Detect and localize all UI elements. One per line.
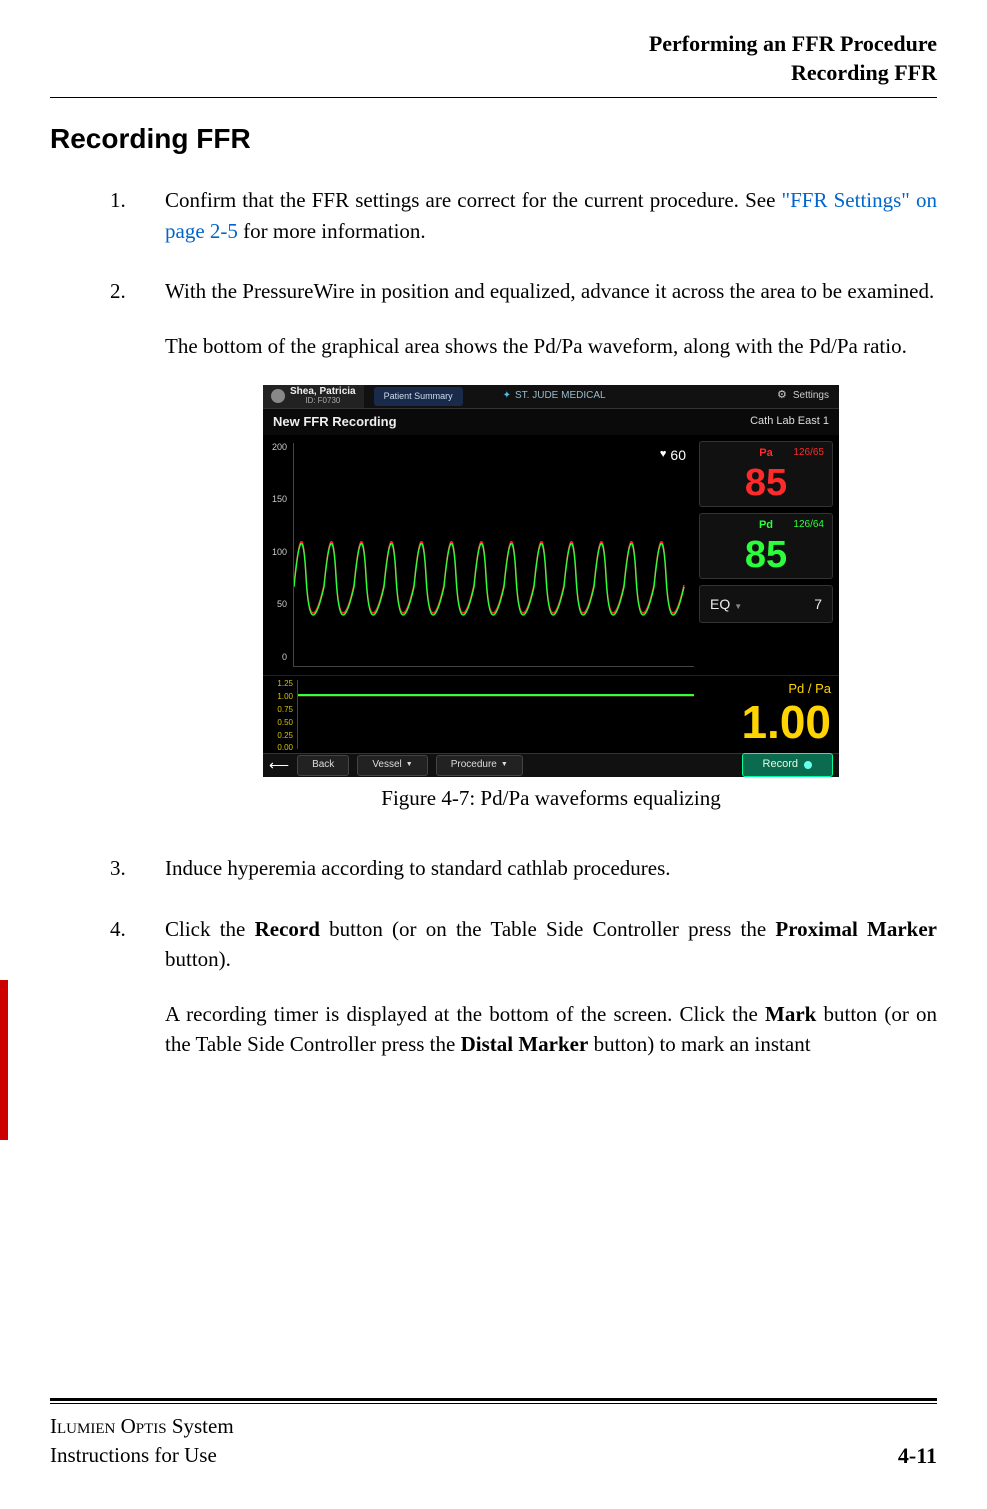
ytick: 200 — [263, 441, 287, 454]
ratio-chart: 1.25 1.00 0.75 0.50 0.25 0.00 — [263, 676, 699, 753]
step-3: 3. Induce hyperemia according to standar… — [110, 853, 937, 883]
s4a5: button). — [165, 947, 231, 971]
step-1: 1. Confirm that the FFR settings are cor… — [110, 185, 937, 246]
settings-label: Settings — [793, 389, 829, 404]
procedure-button[interactable]: Procedure▼ — [436, 755, 523, 776]
ratio-tick: 0.00 — [263, 742, 293, 754]
chevron-down-icon: ▼ — [501, 760, 508, 770]
step-num-1: 1. — [110, 185, 165, 246]
brand-icon: ✦ — [503, 389, 511, 404]
gear-icon: ⚙ — [777, 388, 787, 404]
ss-ratio-row: 1.25 1.00 0.75 0.50 0.25 0.00 — [263, 675, 839, 753]
brand-text: ST. JUDE MEDICAL — [515, 389, 606, 404]
ytick: 50 — [263, 598, 287, 611]
pa-readout[interactable]: Pa 126/65 85 — [699, 441, 833, 507]
ytick: 150 — [263, 493, 287, 506]
content-body: 1. Confirm that the FFR settings are cor… — [50, 185, 937, 1059]
settings-button[interactable]: ⚙ Settings — [777, 388, 839, 404]
pd-sys-dia: 126/64 — [793, 518, 824, 533]
proximal-marker-bold: Proximal Marker — [775, 917, 937, 941]
s4a3: button (or on the Table Side Controller … — [320, 917, 775, 941]
step-num-4: 4. — [110, 914, 165, 1060]
footer-rule-thin — [50, 1403, 937, 1404]
pd-label: Pd — [759, 519, 773, 531]
brand-logo: ✦ ST. JUDE MEDICAL — [503, 389, 606, 404]
footer-rule-thick — [50, 1398, 937, 1401]
step-num-3: 3. — [110, 853, 165, 883]
s4b1: A recording timer is displayed at the bo… — [165, 1002, 765, 1026]
back-arrow-icon[interactable]: ⟵ — [269, 755, 289, 775]
section-title: Recording FFR — [50, 123, 937, 155]
ratio-tick: 1.00 — [263, 691, 293, 703]
record-icon — [804, 761, 812, 769]
step-num-2: 2. — [110, 276, 165, 823]
page-number: 4-11 — [898, 1443, 937, 1469]
ss-bottombar: ⟵ Back Vessel▼ Procedure▼ Record — [263, 753, 839, 777]
step-3-text: Induce hyperemia according to standard c… — [165, 853, 937, 883]
ffr-screenshot: Shea, Patricia ID: F0730 Patient Summary… — [263, 385, 839, 777]
step-2-text-b: The bottom of the graphical area shows t… — [165, 331, 937, 361]
chevron-down-icon: ▼ — [734, 602, 742, 611]
step-4: 4. Click the Record button (or on the Ta… — [110, 914, 937, 1060]
ytick: 100 — [263, 546, 287, 559]
record-bold: Record — [255, 917, 320, 941]
ytick: 0 — [263, 651, 287, 664]
s4a1: Click the — [165, 917, 255, 941]
step-2-text-a: With the PressureWire in position and eq… — [165, 276, 937, 306]
figure-4-7: Shea, Patricia ID: F0730 Patient Summary… — [165, 385, 937, 813]
ratio-svg — [298, 680, 694, 749]
pa-mean: 85 — [708, 464, 824, 502]
ratio-readout[interactable]: Pd / Pa 1.00 — [699, 676, 839, 753]
pa-label: Pa — [759, 447, 772, 459]
pressure-chart: 200 150 100 50 0 ♥ 60 — [263, 435, 699, 675]
record-button[interactable]: Record — [742, 753, 833, 776]
ss-subbar: New FFR Recording Cath Lab East 1 — [263, 409, 839, 435]
product-name-2: System — [167, 1414, 234, 1438]
pd-mean: 85 — [708, 536, 824, 574]
header-chapter: Performing an FFR Procedure — [50, 30, 937, 59]
patient-icon — [271, 389, 285, 403]
ratio-tick: 0.50 — [263, 717, 293, 729]
waveform-svg — [294, 443, 694, 666]
eq-value: 7 — [814, 594, 822, 614]
ratio-tick: 0.25 — [263, 730, 293, 742]
record-label: Record — [763, 757, 798, 773]
ss-main: 200 150 100 50 0 ♥ 60 — [263, 435, 839, 675]
pd-readout[interactable]: Pd 126/64 85 — [699, 513, 833, 579]
ratio-tick: 1.25 — [263, 678, 293, 690]
revision-bar — [0, 980, 8, 1140]
mark-bold: Mark — [765, 1002, 816, 1026]
header-section: Recording FFR — [50, 59, 937, 88]
ratio-tick: 0.75 — [263, 704, 293, 716]
patient-box[interactable]: Shea, Patricia ID: F0730 — [263, 385, 364, 408]
doc-title: Instructions for Use — [50, 1441, 234, 1469]
chevron-down-icon: ▼ — [406, 760, 413, 770]
vessel-button[interactable]: Vessel▼ — [357, 755, 427, 776]
step-1-text-a: Confirm that the FFR settings are correc… — [165, 188, 782, 212]
page-footer: Ilumien Optis System Instructions for Us… — [50, 1398, 937, 1469]
back-button[interactable]: Back — [297, 755, 349, 776]
eq-label: EQ — [710, 596, 730, 612]
recording-title: New FFR Recording — [273, 413, 397, 432]
s4b5: button) to mark an instant — [588, 1032, 810, 1056]
eq-readout[interactable]: EQ ▼ 7 — [699, 585, 833, 623]
ratio-value: 1.00 — [707, 699, 831, 745]
pa-sys-dia: 126/65 — [793, 446, 824, 461]
step-2: 2. With the PressureWire in position and… — [110, 276, 937, 823]
readout-column: Pa 126/65 85 Pd 126/64 85 EQ ▼ — [699, 435, 839, 675]
ss-topbar: Shea, Patricia ID: F0730 Patient Summary… — [263, 385, 839, 409]
distal-marker-bold: Distal Marker — [461, 1032, 589, 1056]
patient-summary-button[interactable]: Patient Summary — [374, 387, 463, 406]
product-name-1: Ilumien Optis — [50, 1414, 167, 1438]
patient-id: ID: F0730 — [290, 397, 356, 405]
header-rule — [50, 97, 937, 98]
step-1-text-b: for more information. — [238, 219, 426, 243]
location-label: Cath Lab East 1 — [750, 414, 829, 430]
running-header: Performing an FFR Procedure Recording FF… — [50, 30, 937, 87]
figure-caption: Figure 4-7: Pd/Pa waveforms equalizing — [165, 783, 937, 813]
